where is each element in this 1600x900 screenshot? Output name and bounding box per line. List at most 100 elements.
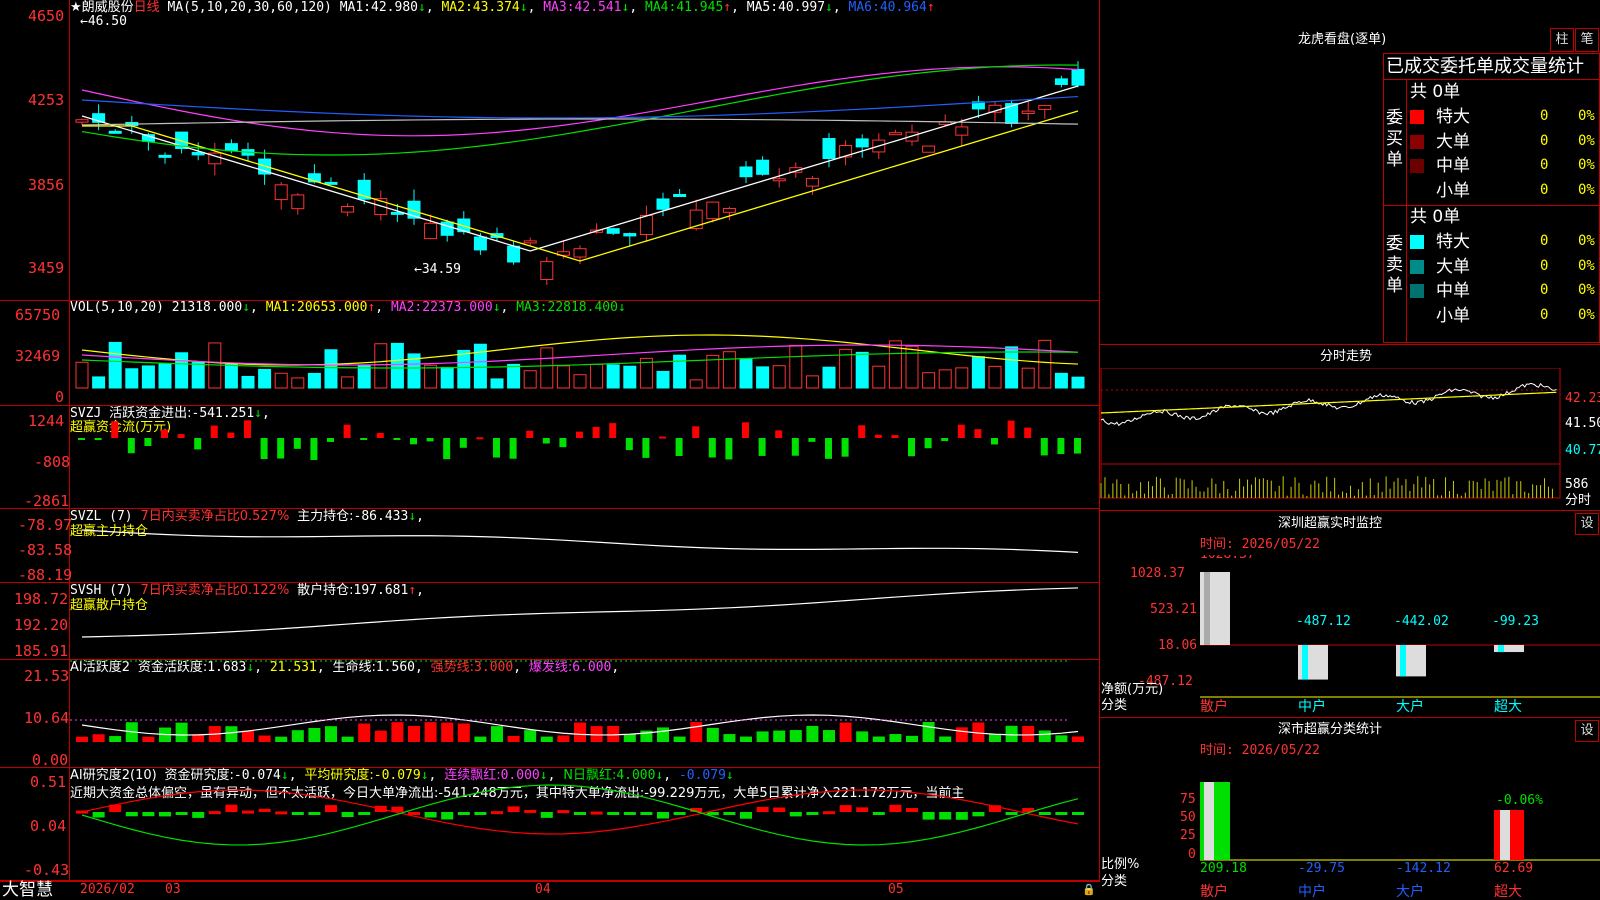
y-tick: -78.97	[18, 516, 73, 534]
candle-body	[805, 177, 819, 187]
volume-bar	[75, 361, 89, 389]
activity-bar	[524, 730, 537, 742]
x-date-label: 03	[165, 882, 181, 897]
monitor-settings-button[interactable]: 设	[1575, 513, 1599, 535]
research-bar	[408, 811, 420, 815]
pen-mode-button[interactable]: 笔	[1575, 28, 1599, 52]
candle-body	[656, 198, 670, 210]
activity-bar	[806, 725, 819, 742]
candle-body	[639, 214, 653, 235]
research-bar	[291, 812, 304, 815]
ma1-line	[81, 85, 1079, 252]
classify-title: 深市超赢分类统计	[1278, 722, 1383, 737]
volume-bar	[241, 375, 255, 389]
research-bar	[673, 812, 686, 815]
intraday-price-line	[1100, 382, 1557, 427]
research-bar	[806, 812, 819, 815]
volume-bar	[540, 347, 554, 389]
candle-body	[424, 222, 438, 240]
activity-bar	[76, 736, 88, 742]
lock-icon[interactable]: 🔒	[1082, 882, 1096, 898]
volume-bar	[1038, 339, 1052, 389]
vol-ma2-line	[81, 344, 1079, 366]
activity-bar	[839, 722, 852, 742]
monitor-bar-stripe	[1498, 645, 1504, 653]
research-bar	[773, 807, 786, 812]
color-swatch	[1410, 284, 1424, 298]
monitor-value: -442.02	[1394, 614, 1449, 629]
flow-bar	[459, 438, 467, 448]
research-bar	[125, 812, 138, 817]
bar-mode-button[interactable]: 柱	[1550, 28, 1574, 52]
volume-bar	[673, 354, 687, 389]
activity-bar	[225, 726, 238, 742]
monitor-category: 超大	[1494, 699, 1522, 715]
classify-value: -142.12	[1396, 861, 1451, 876]
volume-bar	[490, 378, 504, 389]
research-bar	[922, 812, 935, 820]
activity-bar	[889, 734, 902, 742]
volume-bar	[473, 343, 487, 389]
activity-bar	[939, 736, 952, 742]
volume-bar	[1054, 372, 1068, 389]
intraday-chart-svg[interactable]	[1100, 368, 1600, 510]
y-tick: -0.43	[24, 861, 70, 879]
volume-bar	[307, 372, 321, 389]
y-tick: 185.91	[14, 642, 69, 660]
volume-bar	[424, 364, 438, 389]
y-tick: 192.20	[14, 616, 69, 634]
y-tick: 1244	[28, 412, 65, 430]
research-bar	[225, 804, 238, 812]
candle-body	[507, 245, 521, 263]
volume-bar	[1021, 367, 1035, 389]
activity-bar	[723, 734, 736, 742]
order-row: 特大 0 0%	[1410, 231, 1600, 253]
candle-body	[623, 233, 637, 237]
candle-body	[722, 207, 736, 213]
flow-bar	[791, 438, 799, 456]
monitor-y-unit: 净额(万元)	[1101, 682, 1164, 697]
classify-bar-stripe	[1500, 810, 1510, 860]
research-bar	[1005, 812, 1018, 815]
candle-body	[706, 201, 720, 220]
activity-bar	[574, 722, 586, 742]
research-bar	[1055, 812, 1068, 815]
candle-body	[756, 159, 770, 175]
divider	[1383, 79, 1600, 80]
flow-bar	[94, 438, 102, 441]
y-tick: 40.77	[1565, 443, 1600, 458]
flow-bar	[725, 438, 733, 460]
flow-bar	[1040, 438, 1048, 456]
kline-chart-svg[interactable]	[70, 0, 1100, 882]
order-pct: 0%	[1578, 108, 1595, 124]
volume-bar	[158, 363, 172, 389]
volume-bar	[191, 361, 205, 389]
lhb-title: 龙虎看盘(逐单)	[1298, 32, 1387, 47]
candle-body	[1021, 110, 1035, 114]
classify-settings-button[interactable]: 设	[1575, 720, 1599, 742]
volume-bar	[324, 349, 338, 389]
research-bar	[906, 808, 918, 812]
activity-bar	[673, 736, 686, 742]
activity-bar	[906, 735, 918, 742]
flow-bar	[78, 438, 85, 440]
volume-bar	[341, 376, 355, 389]
classify-category: 散户	[1200, 883, 1228, 900]
candle-body	[772, 178, 786, 182]
classify-value: 62.69	[1494, 861, 1533, 876]
research-bar	[540, 812, 553, 818]
monitor-x-unit: 分类	[1101, 698, 1128, 713]
activity-bar	[690, 722, 703, 742]
brand-label[interactable]: 大智慧	[2, 881, 53, 900]
candle-body	[75, 119, 89, 123]
order-row: 特大 0 0%	[1410, 106, 1600, 128]
research-bar	[358, 812, 371, 815]
flow-bar	[194, 438, 202, 450]
research-bar	[208, 811, 221, 815]
y-tick: 0	[1188, 847, 1196, 862]
volume-bar	[175, 352, 189, 389]
divider	[1100, 344, 1600, 345]
y-tick: -2861	[24, 492, 70, 510]
activity-bar	[258, 735, 271, 742]
divider	[1100, 510, 1600, 511]
